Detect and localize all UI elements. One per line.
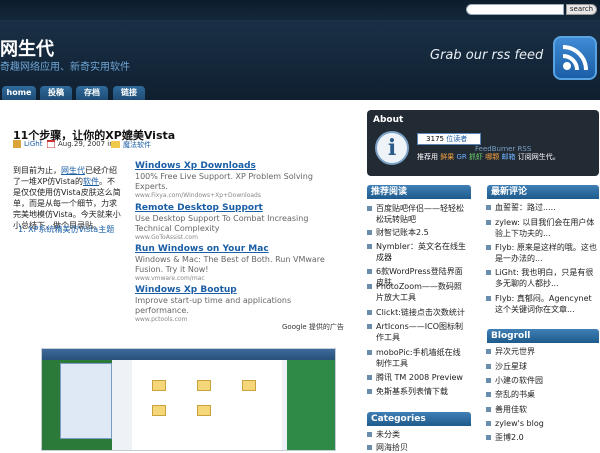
comment-item[interactable]: zylew: 以目我们会在用户体验上下功夫的... bbox=[486, 217, 597, 239]
user-icon bbox=[13, 140, 21, 148]
about-title: About bbox=[373, 115, 404, 125]
ad-title[interactable]: Run Windows on Your Mac bbox=[135, 244, 269, 254]
search-button[interactable]: search bbox=[566, 4, 597, 15]
recommended-heading: 推荐阅读 bbox=[367, 185, 471, 199]
info-icon: i bbox=[375, 131, 409, 165]
reader-label: 位读者 bbox=[446, 135, 468, 143]
blogroll-heading: Blogroll bbox=[487, 329, 599, 343]
post-category[interactable]: 魔法软件 bbox=[123, 140, 151, 150]
post-author[interactable]: LiGht bbox=[24, 140, 42, 148]
recommended-item[interactable]: 百度贴吧伴侣——轻轻松松玩转贴吧 bbox=[367, 203, 468, 225]
subscribe-link[interactable]: 邮箱 bbox=[501, 153, 515, 161]
recommended-item[interactable]: Nymbler：英文名在线生成器 bbox=[367, 241, 468, 263]
folder-icon bbox=[197, 380, 211, 391]
subscribe-link[interactable]: 鲜果 bbox=[440, 153, 454, 161]
comment-item[interactable]: 血誓誓：路过..... bbox=[486, 202, 597, 213]
nav-tab-home[interactable]: home bbox=[2, 86, 36, 100]
subscribe-link[interactable]: 抓虾 bbox=[469, 153, 483, 161]
screenshot-titlebar bbox=[42, 349, 335, 360]
intro-link-software[interactable]: 软件 bbox=[83, 177, 99, 186]
intro-text: 到目前为止， bbox=[13, 166, 61, 175]
subscribe-link[interactable]: GR bbox=[456, 153, 466, 161]
intro-link-site[interactable]: 网生代 bbox=[61, 166, 85, 175]
screenshot-wallpaper bbox=[287, 360, 335, 450]
ad-title[interactable]: Windows Xp Bootup bbox=[135, 285, 237, 295]
ad-desc: Improve start-up time and applications p… bbox=[135, 296, 292, 315]
google-ads-label[interactable]: Google 提供的广告 bbox=[282, 322, 344, 332]
ad-url[interactable]: www.Fixya.com/Windows+Xp+Downloads bbox=[135, 192, 261, 199]
ad-url[interactable]: www.GoToAssist.com bbox=[135, 234, 198, 241]
folder-icon bbox=[242, 380, 256, 391]
category-item[interactable]: 网海拾贝 bbox=[367, 442, 408, 453]
subscribe-link[interactable]: 哪颗 bbox=[485, 153, 499, 161]
blogroll-item[interactable]: 歪博2.0 bbox=[486, 432, 524, 443]
top-bar: search bbox=[0, 0, 600, 20]
subscribe-suffix: 订阅网生代。 bbox=[517, 153, 560, 161]
blogroll-item[interactable]: 沙丘星球 bbox=[486, 361, 527, 372]
category-item[interactable]: 未分类 bbox=[367, 429, 400, 440]
subscribe-line: 推荐用 鲜果 GR 抓虾 哪颗 邮箱 订阅网生代。 bbox=[417, 152, 560, 162]
rss-feed-text[interactable]: Grab our rss feed bbox=[430, 48, 543, 63]
recommended-item[interactable]: 免斯基系列表情下载 bbox=[367, 386, 468, 397]
recommended-item[interactable]: 腾讯 TM 2008 Preview bbox=[367, 372, 468, 383]
folder-icon bbox=[152, 380, 166, 391]
post-date: Aug.29, 2007 in bbox=[58, 140, 114, 148]
nav-tab-submit[interactable]: 投稿 bbox=[40, 86, 72, 100]
search-input[interactable] bbox=[466, 4, 564, 15]
comment-item[interactable]: LiGht: 我也明白，只是有很多无聊的人都抄... bbox=[486, 267, 597, 289]
post-intro: 到目前为止，网生代已经介绍了一堆XP仿Vista的软件。不是仅仅使用仿Vista… bbox=[13, 165, 122, 231]
folder-icon bbox=[111, 141, 120, 148]
screenshot-panel bbox=[60, 363, 112, 439]
blogroll-item[interactable]: 小建の软件园 bbox=[486, 375, 543, 386]
site-subtitle: 奇趣网络应用、新奇实用软件 bbox=[0, 62, 130, 73]
feedburner-count-badge[interactable]: 3175 位读者 bbox=[417, 133, 481, 145]
blogroll-item[interactable]: 异次元世界 bbox=[486, 346, 535, 357]
nav-tab-links[interactable]: 链接 bbox=[113, 86, 145, 100]
reader-count: 3175 bbox=[426, 135, 444, 143]
ad-desc: Windows & Mac: The Best of Both. Run VMw… bbox=[135, 255, 325, 274]
categories-heading: Categories bbox=[367, 412, 471, 426]
comment-item[interactable]: Flyb: 原来是这样的哦。这也是一办法的... bbox=[486, 242, 597, 264]
subscribe-prefix: 推荐用 bbox=[417, 153, 438, 161]
ad-url[interactable]: www.pctools.com bbox=[135, 316, 187, 323]
ad-title[interactable]: Windows Xp Downloads bbox=[135, 161, 256, 171]
blogroll-item[interactable]: 善用佳软 bbox=[486, 404, 527, 415]
recommended-item[interactable]: 财智记账本2.5 bbox=[367, 227, 468, 238]
recommended-item[interactable]: ArtIcons——ICO图标制作工具 bbox=[367, 321, 468, 343]
ad-title[interactable]: Remote Desktop Support bbox=[135, 203, 263, 213]
recommended-item[interactable]: moboPic:手机墙纸在线制作工具 bbox=[367, 347, 468, 369]
ad-desc: 100% Free Live Support. XP Problem Solvi… bbox=[135, 172, 313, 191]
post-list-item[interactable]: 1. XP系统精美仿Vista主题 bbox=[18, 224, 114, 235]
nav-tab-archive[interactable]: 存档 bbox=[76, 86, 108, 100]
ad-desc: Use Desktop Support To Combat Increasing… bbox=[135, 214, 309, 233]
comments-heading: 最新评论 bbox=[487, 185, 599, 199]
ad-url[interactable]: www.vmware.com/mac bbox=[135, 275, 205, 282]
screenshot-explorer bbox=[132, 360, 282, 450]
rss-icon[interactable] bbox=[553, 36, 597, 80]
recommended-item[interactable]: PhotoZoom——数码照片放大工具 bbox=[367, 281, 468, 303]
calendar-icon bbox=[47, 140, 55, 148]
recommended-item[interactable]: Clickt:链接点击次数统计 bbox=[367, 307, 468, 318]
post-screenshot-image bbox=[41, 348, 336, 451]
folder-icon bbox=[152, 405, 166, 416]
blogroll-item[interactable]: 奈乱的书桌 bbox=[486, 389, 535, 400]
folder-icon bbox=[197, 405, 211, 416]
comment-item[interactable]: Flyb: 真郁闷。Agencynet 这个关键词你在文章... bbox=[486, 293, 597, 315]
blogroll-item[interactable]: zylew's blog bbox=[486, 418, 544, 429]
